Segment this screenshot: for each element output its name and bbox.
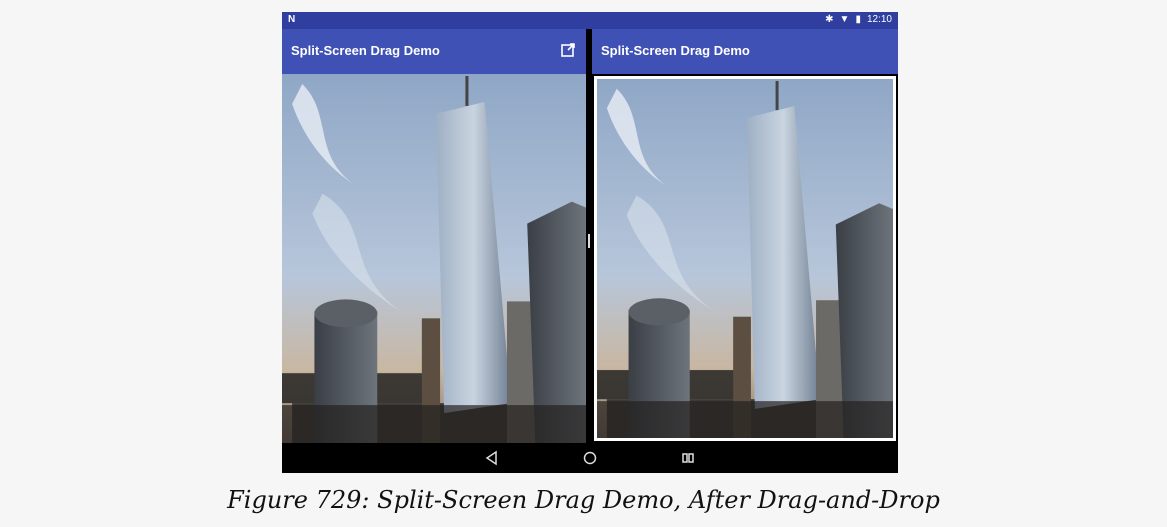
recents-icon[interactable]	[680, 450, 696, 466]
status-time: 12:10	[866, 14, 892, 25]
bluetooth-icon: ✱	[825, 14, 834, 25]
open-in-new-window-icon[interactable]	[560, 42, 576, 58]
battery-icon: ▮	[855, 14, 861, 25]
left-app-bar: Split-Screen Drag Demo	[282, 29, 586, 74]
right-photo	[597, 79, 893, 438]
drop-target-frame[interactable]	[594, 76, 896, 441]
device-screen: N ✱ ▼ ▮ 12:10 Split-Screen Drag Demo Spl…	[282, 12, 898, 473]
right-app-pane: Split-Screen Drag Demo	[592, 29, 898, 443]
left-photo[interactable]	[282, 74, 586, 443]
wifi-icon: ▼	[839, 14, 850, 25]
divider-handle[interactable]	[588, 234, 590, 248]
left-app-title: Split-Screen Drag Demo	[291, 43, 440, 58]
back-icon[interactable]	[484, 450, 500, 466]
home-icon[interactable]	[582, 450, 598, 466]
left-app-pane: Split-Screen Drag Demo	[282, 29, 586, 443]
figure-caption: Figure 729: Split-Screen Drag Demo, Afte…	[227, 486, 940, 514]
status-bar: N ✱ ▼ ▮ 12:10	[282, 12, 898, 29]
status-icons: ✱ ▼ ▮ 12:10	[825, 14, 892, 26]
navigation-bar	[282, 443, 898, 473]
notification-icon: N	[288, 14, 296, 25]
right-app-bar: Split-Screen Drag Demo	[592, 29, 898, 74]
right-app-title: Split-Screen Drag Demo	[601, 43, 750, 58]
